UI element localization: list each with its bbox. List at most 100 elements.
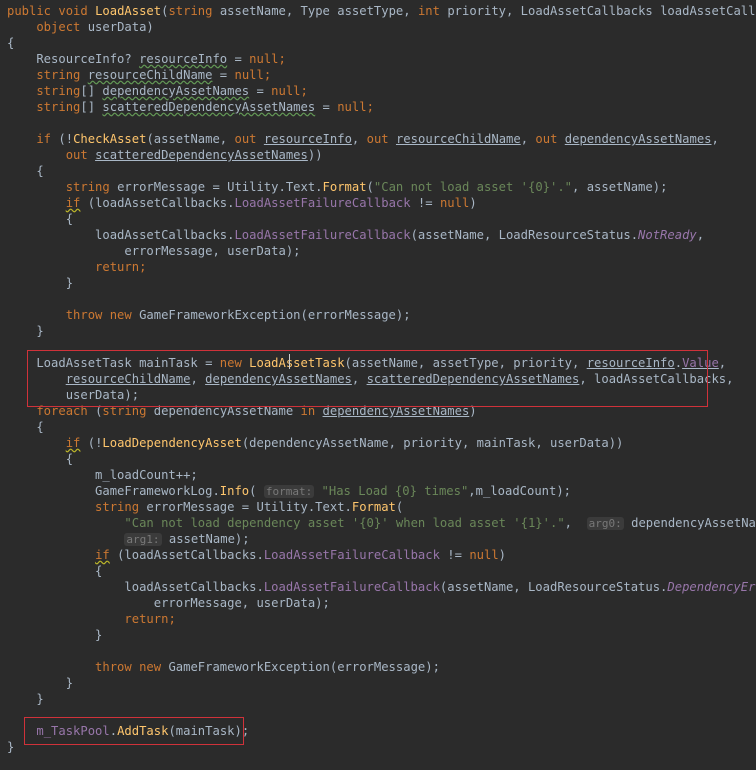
code-token: resourceInfo [263, 132, 352, 146]
code-line[interactable]: { [7, 451, 73, 467]
code-token: string [7, 100, 81, 114]
code-line[interactable]: } [7, 739, 14, 755]
code-token: ,m_loadCount); [468, 484, 572, 498]
code-token: public void [7, 4, 96, 18]
code-token: userData) [87, 20, 154, 34]
code-line[interactable]: } [7, 627, 102, 643]
code-line[interactable]: return; [7, 259, 146, 275]
code-token: ; [263, 68, 272, 82]
code-line[interactable]: string[] dependencyAssetNames = null; [7, 83, 308, 99]
code-token: != [410, 196, 440, 210]
code-line[interactable]: { [7, 419, 44, 435]
code-token: } [7, 740, 15, 754]
code-line[interactable]: public void LoadAsset(string assetName, … [7, 3, 756, 19]
code-line[interactable]: ResourceInfo? resourceInfo = null; [7, 51, 286, 67]
code-token: priority, LoadAssetCallbacks loadAssetCa… [447, 4, 756, 18]
code-line[interactable]: if (loadAssetCallbacks.LoadAssetFailureC… [7, 547, 506, 563]
code-token: DependencyError [667, 580, 756, 594]
code-token: ; [278, 52, 286, 66]
code-token: object [7, 20, 88, 34]
code-token: LoadAsset [95, 4, 162, 18]
code-line[interactable]: throw new GameFrameworkException(errorMe… [7, 307, 411, 323]
code-token: = [227, 52, 250, 66]
code-token: { [7, 164, 44, 178]
code-line[interactable]: errorMessage, userData); [7, 595, 330, 611]
code-line[interactable]: { [7, 563, 102, 579]
code-line[interactable]: string errorMessage = Utility.Text.Forma… [7, 179, 668, 195]
code-line[interactable]: string[] scatteredDependencyAssetNames =… [7, 99, 374, 115]
code-token: (! [80, 436, 103, 450]
code-token: [] [80, 84, 103, 98]
code-line[interactable]: { [7, 163, 44, 179]
code-token: ResourceInfo? [7, 52, 140, 66]
code-token: ( [249, 484, 264, 498]
code-line[interactable]: loadAssetCallbacks.LoadAssetFailureCallb… [7, 227, 704, 243]
code-token: ( [395, 500, 404, 514]
code-token: loadAssetCallbacks. [7, 580, 264, 594]
code-line[interactable]: } [7, 275, 73, 291]
code-token: LoadAssetFailureCallback [263, 548, 440, 562]
code-line[interactable]: "Can not load dependency asset '{0}' whe… [7, 515, 756, 531]
code-token: errorMessage, userData); [7, 244, 301, 258]
code-line[interactable]: out scatteredDependencyAssetNames)) [7, 147, 323, 163]
code-line[interactable]: if (!LoadDependencyAsset(dependencyAsset… [7, 435, 624, 451]
code-token: LoadAssetFailureCallback [263, 580, 440, 594]
code-token: , [520, 132, 536, 146]
code-line[interactable]: } [7, 675, 73, 691]
code-token: out [234, 132, 264, 146]
code-token: throw new [7, 308, 140, 322]
highlight-box-main-task [27, 350, 708, 407]
code-token: = [249, 84, 272, 98]
code-token: } [7, 676, 74, 690]
code-token: { [7, 36, 15, 50]
code-line[interactable]: loadAssetCallbacks.LoadAssetFailureCallb… [7, 579, 756, 595]
code-line[interactable]: return; [7, 611, 175, 627]
code-token: { [7, 420, 44, 434]
code-token: ; [300, 84, 308, 98]
code-token: GameFrameworkLog. [7, 484, 220, 498]
code-token: dependencyAssetNames [564, 132, 712, 146]
code-token: null [234, 68, 264, 82]
code-token: != [439, 548, 470, 562]
code-line[interactable]: m_loadCount++; [7, 467, 198, 483]
code-token: resourceChildName [87, 68, 213, 82]
code-token: GameFrameworkException(errorMessage); [168, 660, 440, 674]
code-token: null [439, 196, 470, 210]
code-token: out [7, 148, 96, 162]
code-token: throw new [7, 660, 169, 674]
code-line[interactable]: errorMessage, userData); [7, 243, 301, 259]
code-token: (loadAssetCallbacks. [109, 548, 264, 562]
code-token: (! [58, 132, 74, 146]
code-token: , [564, 516, 587, 530]
code-line[interactable]: GameFrameworkLog.Info( format: "Has Load… [7, 483, 571, 499]
code-token: errorMessage, userData); [7, 596, 330, 610]
code-line[interactable]: string errorMessage = Utility.Text.Forma… [7, 499, 403, 515]
code-line[interactable]: } [7, 691, 44, 707]
code-token: if [65, 196, 81, 210]
code-line[interactable]: arg1: assetName); [7, 531, 250, 547]
code-token: CheckAsset [73, 132, 147, 146]
code-line[interactable]: throw new GameFrameworkException(errorMe… [7, 659, 440, 675]
code-line[interactable]: if (loadAssetCallbacks.LoadAssetFailureC… [7, 195, 477, 211]
code-token: { [7, 452, 74, 466]
code-line[interactable]: { [7, 35, 14, 51]
parameter-hint: arg0: [586, 517, 624, 530]
code-token: int [417, 4, 448, 18]
code-token: , [696, 228, 705, 242]
code-token: string [7, 180, 118, 194]
code-token: (assetName, [146, 132, 235, 146]
code-token: } [7, 692, 44, 706]
code-token: ) [469, 196, 477, 210]
code-token: LoadAssetFailureCallback [234, 196, 411, 210]
code-token: out [535, 132, 565, 146]
code-line[interactable]: object userData) [7, 19, 154, 35]
code-token: errorMessage = Utility.Text. [117, 180, 323, 194]
code-line[interactable]: string resourceChildName = null; [7, 67, 271, 83]
code-line[interactable]: } [7, 323, 43, 339]
code-line[interactable]: { [7, 211, 73, 227]
code-token: resourceChildName [395, 132, 521, 146]
code-line[interactable]: if (!CheckAsset(assetName, out resourceI… [7, 131, 719, 147]
